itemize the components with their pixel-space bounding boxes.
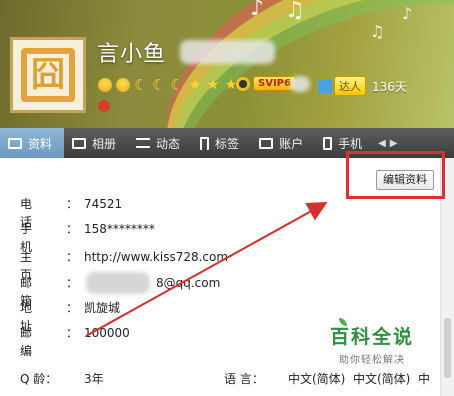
annotation-arrow xyxy=(85,202,328,337)
